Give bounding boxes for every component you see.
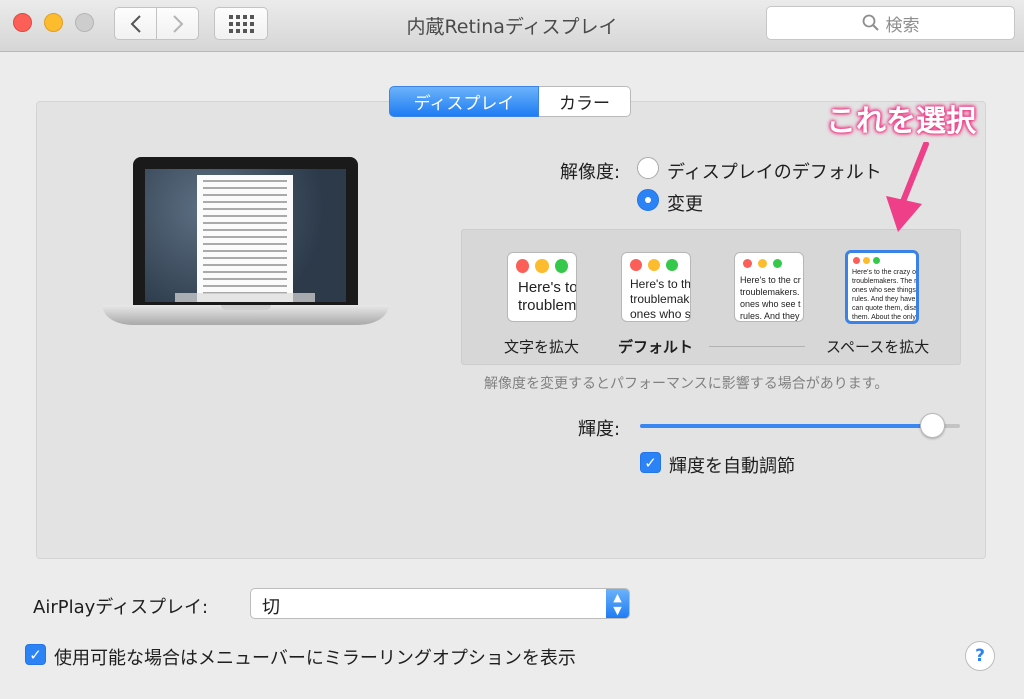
scale-label-larger-text: 文字を拡大 [504, 338, 580, 356]
scale-sample-text: Here's to the cr troublemakers. ones who… [740, 275, 801, 321]
scale-option-default[interactable]: Here's to th troublemak ones who s [621, 252, 691, 322]
radio-display-default-label[interactable]: ディスプレイのデフォルト [667, 158, 882, 184]
tab-color[interactable]: カラー [539, 86, 631, 117]
scale-divider [709, 346, 805, 347]
radio-scaled-label[interactable]: 変更 [667, 190, 703, 216]
help-button[interactable]: ? [965, 641, 995, 671]
brightness-slider-knob[interactable] [920, 413, 945, 438]
radio-scaled[interactable] [637, 189, 659, 211]
performance-note: 解像度を変更するとパフォーマンスに影響する場合があります。 [484, 376, 889, 392]
annotation-text: これを選択 [826, 104, 976, 139]
mirroring-options-checkbox[interactable]: ✓ [25, 644, 46, 665]
search-icon [862, 14, 879, 31]
tab-bar: ディスプレイ カラー [389, 86, 631, 117]
scale-sample-text: Here's to th troublemak ones who s [630, 277, 690, 321]
title-bar: 内蔵Retinaディスプレイ 検索 [0, 0, 1024, 52]
scale-option-more-space[interactable]: Here's to the crazy one troublemakers. T… [845, 250, 919, 324]
search-field[interactable]: 検索 [766, 6, 1015, 40]
search-placeholder: 検索 [885, 15, 920, 36]
scale-label-more-space: スペースを拡大 [826, 338, 930, 356]
laptop-image [103, 157, 388, 329]
scale-sample-text: Here's to the crazy one troublemakers. T… [852, 269, 916, 321]
select-arrows-icon[interactable]: ▲ ▼ [606, 589, 629, 618]
resolution-label: 解像度: [560, 162, 621, 183]
auto-brightness-checkbox[interactable]: ✓ [640, 452, 661, 473]
airplay-label: AirPlayディスプレイ: [33, 597, 209, 618]
scale-option-medium[interactable]: Here's to the cr troublemakers. ones who… [734, 252, 804, 322]
annotation-arrow-icon [886, 142, 929, 232]
airplay-select-value[interactable]: 切 [262, 593, 280, 619]
airplay-select[interactable] [250, 588, 630, 619]
scale-option-larger-text[interactable]: Here's to troublem [507, 252, 577, 322]
scale-label-default: デフォルト [618, 338, 694, 356]
scale-sample-text: Here's to troublem [518, 279, 576, 314]
mirroring-options-label[interactable]: 使用可能な場合はメニューバーにミラーリングオプションを表示 [54, 644, 576, 670]
auto-brightness-label[interactable]: 輝度を自動調節 [669, 452, 795, 478]
brightness-slider-fill [640, 424, 935, 428]
brightness-slider[interactable] [640, 424, 960, 428]
brightness-label: 輝度: [578, 419, 621, 440]
tab-display[interactable]: ディスプレイ [389, 86, 539, 117]
radio-display-default[interactable] [637, 157, 659, 179]
